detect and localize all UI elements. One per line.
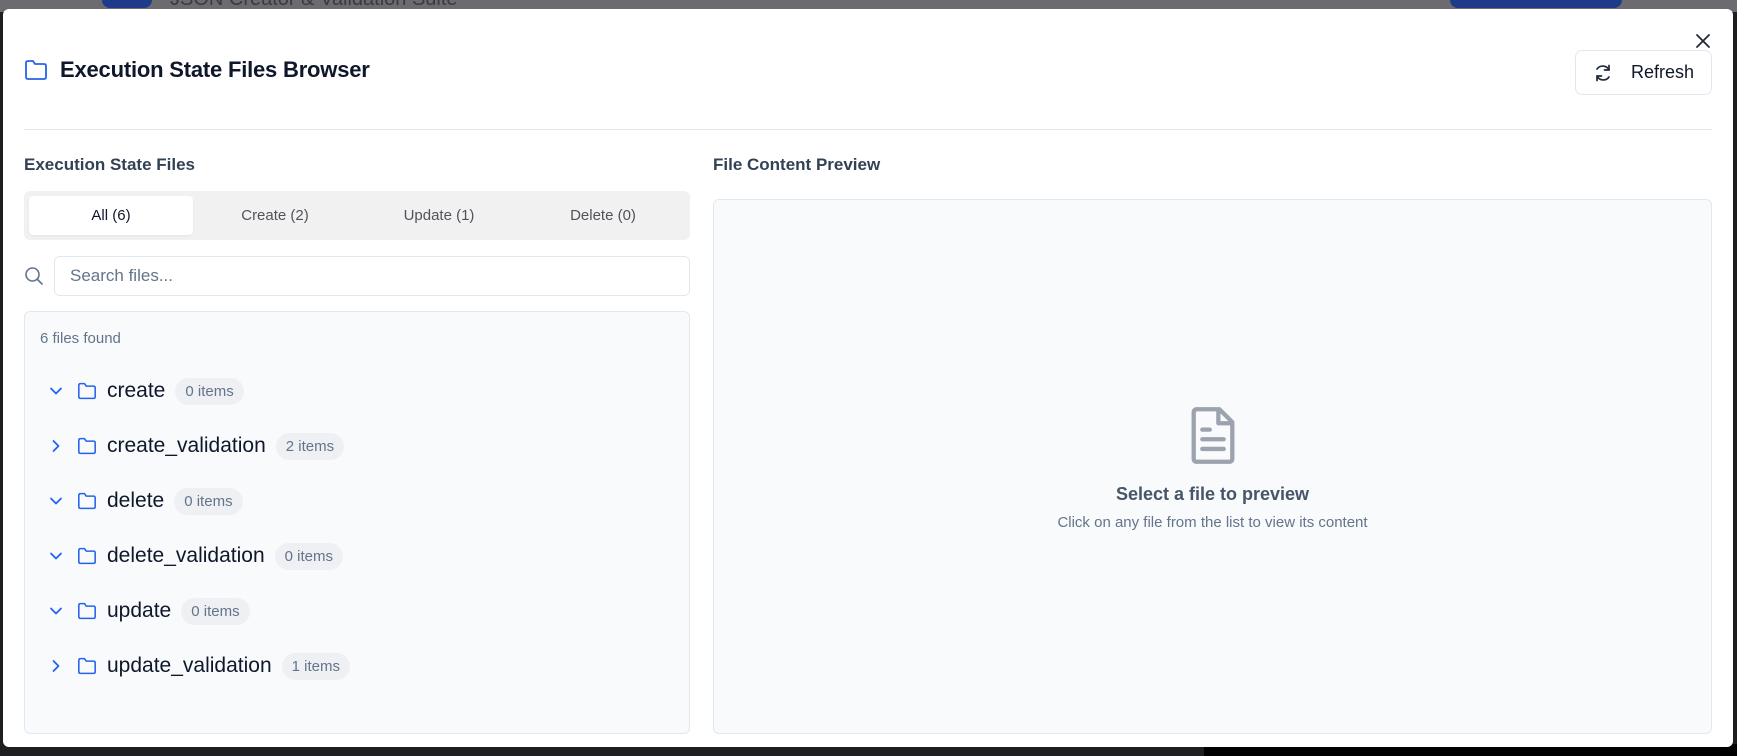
search-input[interactable] [54,256,690,296]
preview-empty-state: Select a file to preview Click on any fi… [714,405,1711,531]
folder-name[interactable]: update_validation [107,654,272,678]
files-panel-title: Execution State Files [24,155,195,174]
backdrop-app-button [1450,0,1622,8]
folder-icon [77,600,99,622]
tab-update[interactable]: Update (1) [357,196,521,235]
folder-row-update-validation[interactable]: update_validation 1 items [47,650,350,682]
dialog-title: Execution State Files Browser [60,57,370,82]
tab-delete[interactable]: Delete (0) [521,196,685,235]
chevron-down-icon[interactable] [47,602,65,620]
folder-name[interactable]: update [107,599,171,623]
close-icon [1696,34,1710,48]
files-count: 6 files found [40,330,121,347]
search-icon [24,266,46,288]
folder-icon [77,545,99,567]
folder-icon [77,655,99,677]
item-count-badge: 0 items [274,542,343,570]
dialog-header: Execution State Files Browser [24,57,370,83]
backdrop-app-logo [102,0,152,8]
folder-row-create-validation[interactable]: create_validation 2 items [47,430,345,462]
item-count-badge: 1 items [281,652,350,680]
folder-name[interactable]: create_validation [107,434,266,458]
folder-icon [77,435,99,457]
folder-icon [77,380,99,402]
folder-row-update[interactable]: update 0 items [47,595,250,627]
chevron-right-icon[interactable] [47,437,65,455]
folder-icon [77,490,99,512]
refresh-button[interactable]: Refresh [1575,50,1712,95]
folder-name[interactable]: delete_validation [107,544,265,568]
folder-row-delete[interactable]: delete 0 items [47,485,243,517]
file-filter-tabs: All (6) Create (2) Update (1) Delete (0) [24,191,690,240]
folder-name[interactable]: create [107,379,165,403]
item-count-badge: 0 items [175,377,244,405]
tab-create[interactable]: Create (2) [193,196,357,235]
preview-panel-title: File Content Preview [713,155,881,174]
folder-icon [25,60,47,80]
chevron-down-icon[interactable] [47,492,65,510]
chevron-down-icon[interactable] [47,547,65,565]
execution-state-files-dialog: Execution State Files Browser Refresh Ex… [3,9,1733,747]
preview-empty-title: Select a file to preview [1115,484,1310,504]
file-text-icon [1185,405,1241,465]
folder-name[interactable]: delete [107,489,164,513]
file-preview-panel: Select a file to preview Click on any fi… [713,199,1712,734]
chevron-right-icon[interactable] [47,657,65,675]
folder-row-create[interactable]: create 0 items [47,375,244,407]
refresh-label: Refresh [1630,62,1695,82]
item-count-badge: 0 items [174,487,243,515]
file-tree: 6 files found create 0 items create_vali… [24,311,690,734]
chevron-down-icon[interactable] [47,382,65,400]
item-count-badge: 2 items [275,432,345,460]
preview-empty-subtitle: Click on any file from the list to view … [1057,514,1368,531]
item-count-badge: 0 items [181,597,250,625]
refresh-icon [1596,64,1610,81]
folder-row-delete-validation[interactable]: delete_validation 0 items [47,540,343,572]
header-divider [24,129,1712,130]
tab-all[interactable]: All (6) [29,196,193,235]
search-bar [24,256,690,296]
